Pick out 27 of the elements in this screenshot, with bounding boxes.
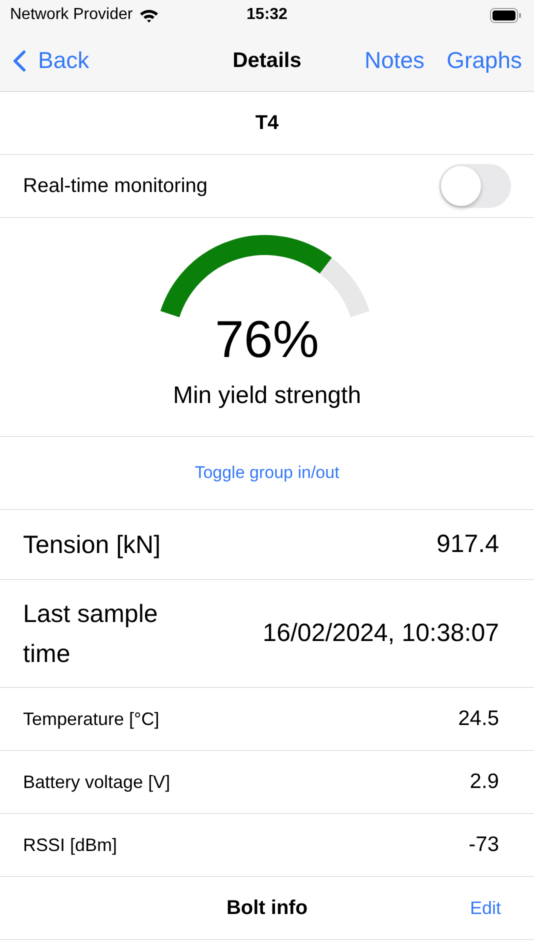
gauge-label: Min yield strength xyxy=(172,382,362,410)
row-value: 917.4 xyxy=(436,530,499,559)
gauge-value: 76% xyxy=(214,310,320,370)
row-label: Battery voltage [V] xyxy=(23,772,170,792)
row-label: Last sample time xyxy=(23,598,159,670)
device-name: T4 xyxy=(255,112,279,134)
nav-link[interactable]: Graphs xyxy=(446,47,522,74)
row-value: 16/02/2024, 10:38:07 xyxy=(262,619,499,648)
section-title: Bolt info xyxy=(226,896,308,920)
edit-link[interactable]: Edit xyxy=(470,898,501,918)
setting-label: Real-time monitoring xyxy=(23,174,208,198)
wifi-icon xyxy=(138,8,159,22)
nav-link[interactable]: Notes xyxy=(364,47,425,74)
carrier-name: Network Provider xyxy=(10,6,133,24)
row-value: 24.5 xyxy=(458,707,499,731)
row-label: Tension [kN] xyxy=(23,530,161,560)
row-value: -73 xyxy=(468,833,499,857)
toggle-switch[interactable] xyxy=(439,164,511,208)
chevron-left-icon xyxy=(12,50,26,72)
row-label: RSSI [dBm] xyxy=(23,834,118,856)
back-button[interactable]: Back xyxy=(12,47,90,74)
toggle-group-link[interactable]: Toggle group in/out xyxy=(194,463,340,483)
battery-icon xyxy=(490,8,522,22)
screen-title: Details xyxy=(232,48,302,72)
row-label: Temperature [°C] xyxy=(23,708,160,730)
row-value: 2.9 xyxy=(470,770,499,794)
status-time: 15:32 xyxy=(246,6,288,24)
